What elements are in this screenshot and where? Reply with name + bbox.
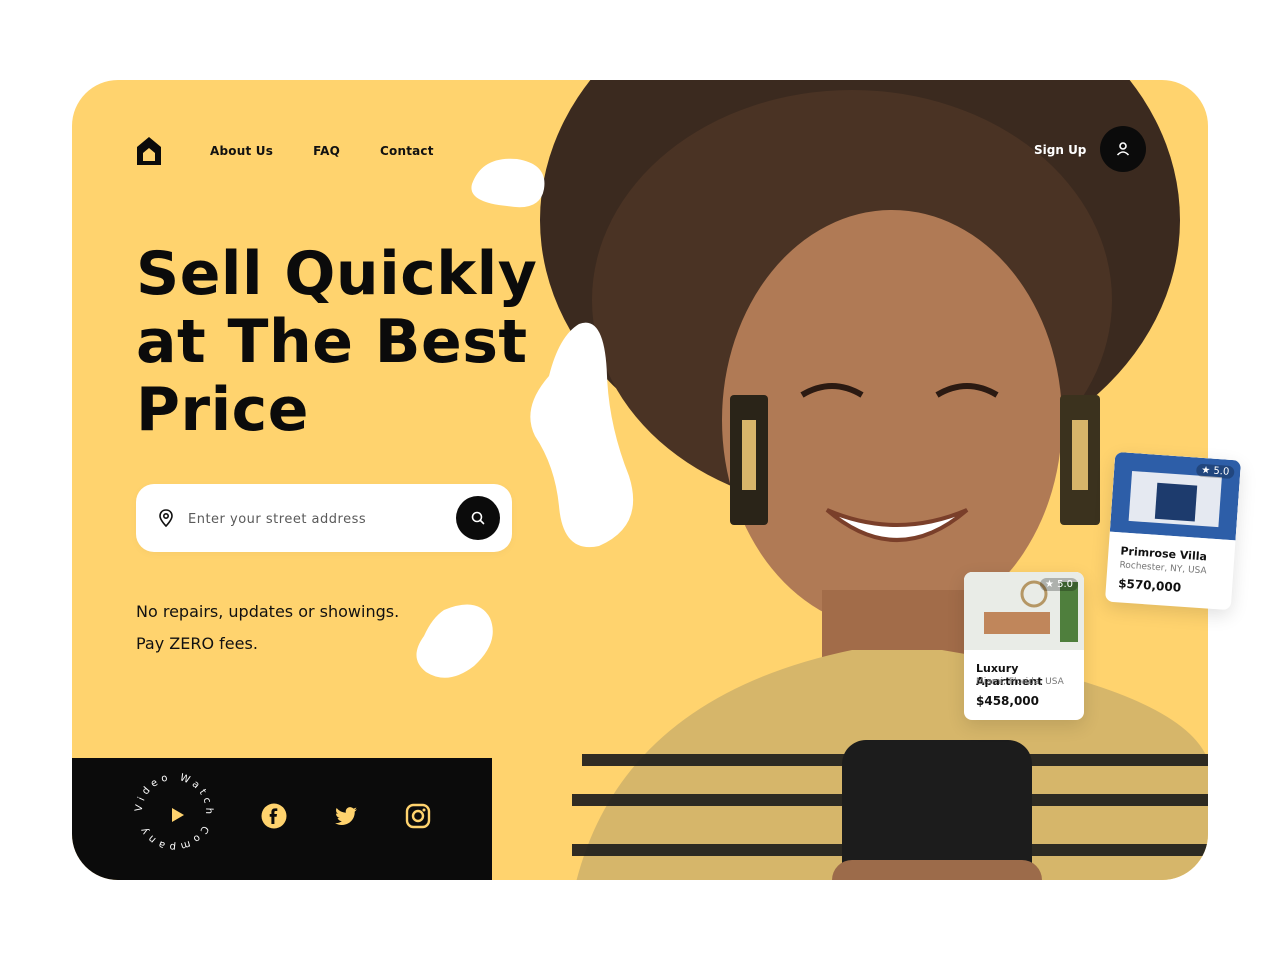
landing-page: About Us FAQ Contact Sign Up Sell Quickl… [0, 0, 1280, 960]
play-icon[interactable] [167, 805, 187, 825]
decorative-blob [416, 604, 493, 678]
logo-icon[interactable] [136, 136, 162, 166]
search-icon [471, 511, 485, 525]
subtext-line-1: No repairs, updates or showings. [136, 602, 400, 621]
decorative-blob [471, 158, 545, 208]
twitter-icon[interactable] [333, 803, 359, 829]
instagram-icon[interactable] [405, 803, 431, 829]
listing-price: $570,000 [1117, 576, 1182, 595]
search-button[interactable] [456, 496, 500, 540]
listing-location: Rochester, NY, USA [1119, 560, 1207, 577]
rating-badge: ★ 5.0 [1039, 578, 1078, 591]
hero-subtext: No repairs, updates or showings. Pay ZER… [136, 596, 399, 660]
main-nav: About Us FAQ Contact [210, 144, 434, 158]
nav-about-us[interactable]: About Us [210, 144, 273, 158]
listing-price: $458,000 [976, 694, 1040, 708]
sign-up-link[interactable]: Sign Up [1034, 143, 1086, 157]
listing-card-primrose-villa[interactable]: ★ 5.0 Primrose Villa Rochester, NY, USA … [1104, 451, 1242, 611]
rating-badge: ★ 5.0 [1195, 463, 1235, 480]
nav-faq[interactable]: FAQ [313, 144, 340, 158]
address-search [136, 484, 512, 552]
user-icon [1116, 142, 1130, 156]
address-input[interactable] [186, 506, 450, 532]
rating-value: 5.0 [1212, 465, 1230, 478]
listing-card-luxury-apartment[interactable]: ★ 5.0 Luxury Apartment Miami, Florida, U… [964, 572, 1084, 720]
hero-headline: Sell Quickly at The Best Price [136, 239, 538, 445]
nav-contact[interactable]: Contact [380, 144, 434, 158]
listing-location: Miami, Florida, USA [976, 677, 1064, 687]
facebook-icon[interactable] [261, 803, 287, 829]
user-account-button[interactable] [1100, 126, 1146, 172]
subtext-line-2: Pay ZERO fees. [136, 634, 258, 653]
location-pin-icon [159, 509, 173, 528]
rating-value: 5.0 [1057, 579, 1073, 590]
hero-card: About Us FAQ Contact Sign Up Sell Quickl… [72, 80, 1208, 880]
